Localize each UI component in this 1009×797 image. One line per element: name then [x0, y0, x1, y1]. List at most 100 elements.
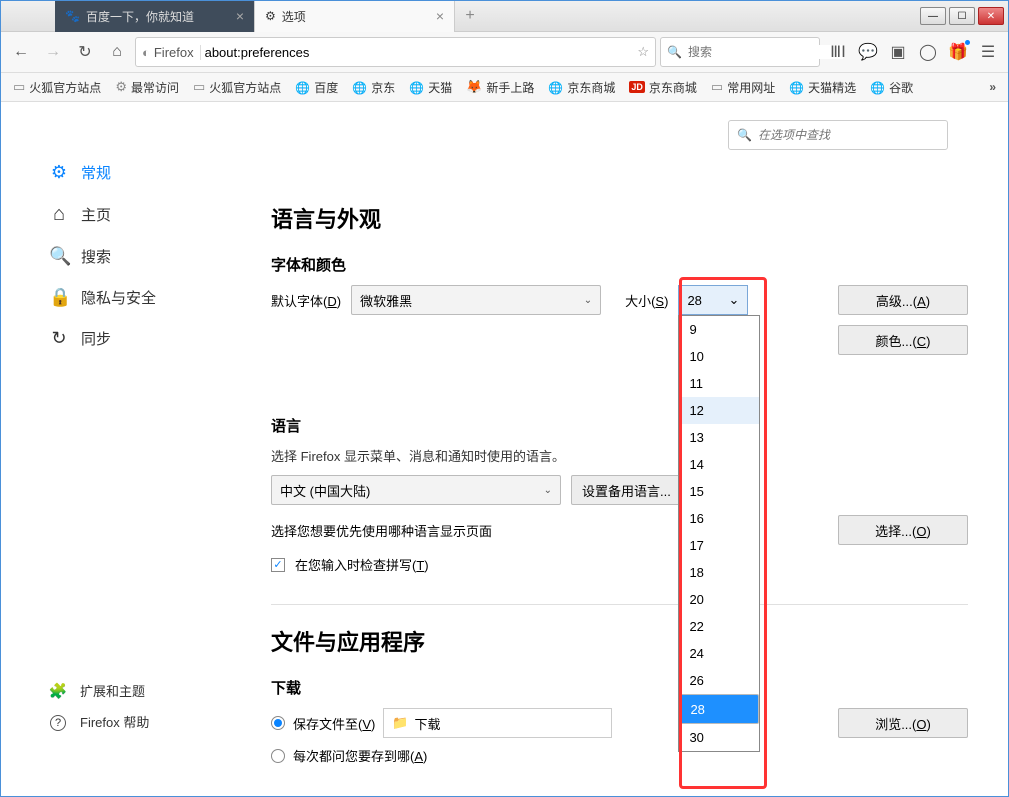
bookmark-item[interactable]: JD京东商城 — [623, 76, 703, 99]
bookmark-item[interactable]: 百度 — [289, 76, 344, 99]
font-size-option[interactable]: 13 — [679, 424, 759, 451]
sidebar-item-sync[interactable]: 同步 — [49, 318, 251, 359]
set-alternatives-button[interactable]: 设置备用语言... — [571, 475, 682, 505]
font-size-option[interactable]: 11 — [679, 370, 759, 397]
back-button[interactable]: ← — [7, 38, 35, 66]
sidebar-icon[interactable]: ▣ — [884, 38, 912, 66]
identity-label: Firefox — [154, 45, 194, 60]
chevron-down-icon: ⌄ — [544, 485, 552, 496]
find-in-options[interactable]: 🔍 — [728, 120, 948, 150]
font-size-option[interactable]: 30 — [679, 724, 759, 751]
default-font-select[interactable]: 微软雅黑 ⌄ — [351, 285, 601, 315]
gear-icon — [265, 9, 276, 23]
new-tab-button[interactable]: + — [455, 1, 485, 32]
font-size-option[interactable]: 14 — [679, 451, 759, 478]
subsection-fonts-colors: 字体和颜色 — [271, 254, 968, 275]
choose-language-button[interactable]: 选择...(O) — [838, 515, 968, 545]
search-bar[interactable]: 🔍 — [660, 37, 820, 67]
font-size-option[interactable]: 18 — [679, 559, 759, 586]
font-size-option[interactable]: 22 — [679, 613, 759, 640]
tab-title: 百度一下，你就知道 — [86, 8, 194, 25]
minimize-button[interactable]: — — [920, 7, 946, 25]
font-size-option[interactable]: 17 — [679, 532, 759, 559]
bookmark-star-icon[interactable]: ☆ — [637, 44, 649, 60]
url-input[interactable] — [205, 45, 634, 60]
chevron-down-icon: ⌄ — [584, 295, 592, 306]
subsection-language: 语言 — [271, 415, 968, 436]
puzzle-icon: 🧩 — [48, 682, 68, 700]
font-size-option[interactable]: 24 — [679, 640, 759, 667]
browse-download-folder-button[interactable]: 浏览...(O) — [838, 708, 968, 738]
sidebar-item-home[interactable]: 主页 — [49, 193, 251, 236]
colors-button[interactable]: 颜色...(C) — [838, 325, 968, 355]
font-size-option[interactable]: 15 — [679, 478, 759, 505]
forward-button: → — [39, 38, 67, 66]
home-icon — [49, 203, 69, 226]
navigation-toolbar: ← → ↻ ⌂ ◐ Firefox ☆ 🔍 ⅢⅠ 💬 ▣ ◯ 🎁 ☰ — [1, 32, 1008, 73]
download-folder-display: 📁 下载 — [383, 708, 611, 738]
always-ask-radio[interactable] — [271, 749, 285, 763]
gift-icon[interactable]: 🎁 — [944, 38, 972, 66]
preferences-page: 常规 主页 🔍搜索 🔒隐私与安全 同步 🧩扩展和主题 Firefox 帮助 🔍 … — [1, 102, 1008, 796]
bookmark-item[interactable]: 天猫精选 — [783, 76, 862, 99]
search-input[interactable] — [688, 45, 843, 59]
display-language-select[interactable]: 中文 (中国大陆) ⌄ — [271, 475, 561, 505]
font-size-option[interactable]: 28 — [679, 694, 759, 724]
font-size-option[interactable]: 26 — [679, 667, 759, 694]
globe-icon — [409, 80, 424, 95]
save-files-to-radio[interactable] — [271, 716, 285, 730]
identity-box[interactable]: ◐ Firefox — [142, 45, 201, 60]
bookmark-item[interactable]: 谷歌 — [864, 76, 919, 99]
chevron-down-icon: ⌄ — [729, 292, 740, 308]
folder-icon: ▭ — [711, 79, 723, 95]
home-button[interactable]: ⌂ — [103, 38, 131, 66]
close-window-button[interactable]: ✕ — [978, 7, 1004, 25]
spellcheck-label: 在您输入时检查拼写(T) — [295, 555, 429, 574]
bookmark-item[interactable]: 京东 — [346, 76, 401, 99]
bookmark-item[interactable]: ▭火狐官方站点 — [7, 76, 107, 99]
close-tab-icon[interactable]: × — [236, 8, 244, 24]
section-heading-files-apps: 文件与应用程序 — [271, 625, 968, 657]
globe-icon — [295, 80, 310, 95]
bookmark-item[interactable]: 🦊新手上路 — [460, 76, 540, 99]
spellcheck-checkbox[interactable]: ✓ — [271, 558, 285, 572]
library-icon[interactable]: ⅢⅠ — [824, 38, 852, 66]
sidebar-item-search[interactable]: 🔍搜索 — [49, 236, 251, 277]
font-size-select-wrap: 28 ⌄ 9101112131415161718202224262830 — [678, 285, 748, 315]
url-bar[interactable]: ◐ Firefox ☆ — [135, 37, 656, 67]
bookmark-item[interactable]: ▭火狐官方站点 — [187, 76, 287, 99]
jd-icon: JD — [629, 81, 645, 93]
find-in-options-input[interactable] — [758, 128, 939, 142]
menu-button[interactable]: ☰ — [974, 38, 1002, 66]
section-heading-language-appearance: 语言与外观 — [271, 202, 968, 234]
chat-icon[interactable]: 💬 — [854, 38, 882, 66]
bookmark-item[interactable]: 京东商城 — [542, 76, 621, 99]
firefox-icon: 🦊 — [466, 79, 482, 95]
close-tab-icon[interactable]: × — [436, 8, 444, 24]
font-size-option[interactable]: 10 — [679, 343, 759, 370]
sidebar-item-general[interactable]: 常规 — [49, 152, 251, 193]
bookmarks-overflow-button[interactable]: » — [983, 80, 1002, 94]
bookmark-item[interactable]: 最常访问 — [109, 76, 185, 99]
globe-icon — [870, 80, 885, 95]
account-icon[interactable]: ◯ — [914, 38, 942, 66]
sidebar-item-addons[interactable]: 🧩扩展和主题 — [48, 675, 149, 706]
bookmark-item[interactable]: ▭常用网址 — [705, 76, 781, 99]
font-size-option[interactable]: 12 — [679, 397, 759, 424]
sidebar-item-privacy[interactable]: 🔒隐私与安全 — [49, 277, 251, 318]
browser-tab-preferences[interactable]: 选项 × — [255, 1, 455, 32]
advanced-fonts-button[interactable]: 高级...(A) — [838, 285, 968, 315]
font-size-option[interactable]: 16 — [679, 505, 759, 532]
lock-icon: 🔒 — [49, 287, 69, 308]
font-size-option[interactable]: 9 — [679, 316, 759, 343]
search-icon: 🔍 — [737, 128, 752, 142]
sidebar-item-help[interactable]: Firefox 帮助 — [48, 706, 149, 737]
maximize-button[interactable]: ☐ — [949, 7, 975, 25]
bookmark-item[interactable]: 天猫 — [403, 76, 458, 99]
browser-tab-baidu[interactable]: 🐾 百度一下，你就知道 × — [55, 1, 255, 32]
font-size-dropdown[interactable]: 9101112131415161718202224262830 — [678, 315, 760, 752]
reload-button[interactable]: ↻ — [71, 38, 99, 66]
gear-icon — [115, 79, 127, 95]
font-size-select[interactable]: 28 ⌄ — [678, 285, 748, 315]
font-size-option[interactable]: 20 — [679, 586, 759, 613]
